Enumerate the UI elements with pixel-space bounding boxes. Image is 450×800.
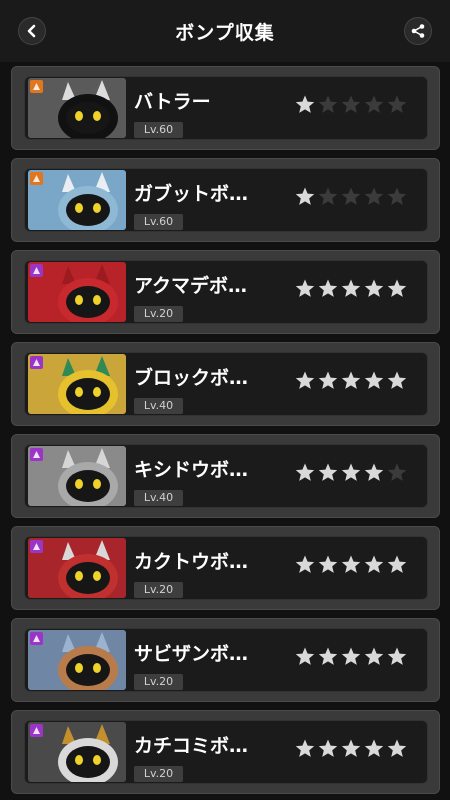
star-filled-icon (387, 647, 407, 665)
bangboo-name: キシドウボ… (134, 459, 249, 481)
level-tag: Lv.20 (134, 306, 183, 322)
star-filled-icon (295, 187, 315, 205)
star-filled-icon (387, 279, 407, 297)
star-empty-icon (364, 187, 384, 205)
star-filled-icon (364, 371, 384, 389)
bangboo-card[interactable]: バトラー Lv.60 (11, 66, 440, 150)
star-filled-icon (341, 463, 361, 481)
star-filled-icon (318, 555, 338, 573)
star-filled-icon (295, 279, 315, 297)
bangboo-card[interactable]: カクトウボ… Lv.20 (11, 526, 440, 610)
star-filled-icon (295, 647, 315, 665)
star-rating (294, 278, 408, 300)
star-filled-icon (387, 739, 407, 757)
star-filled-icon (318, 371, 338, 389)
bangboo-name: サビザンボ… (134, 643, 249, 665)
star-filled-icon (295, 371, 315, 389)
bangboo-card[interactable]: ガブットボ… Lv.60 (11, 158, 440, 242)
bangboo-name: ブロックボ… (134, 367, 249, 389)
star-filled-icon (387, 555, 407, 573)
level-tag: Lv.20 (134, 582, 183, 598)
star-rating (294, 738, 408, 760)
star-filled-icon (295, 739, 315, 757)
star-filled-icon (341, 739, 361, 757)
bangboo-name: カクトウボ… (134, 551, 249, 573)
star-filled-icon (318, 279, 338, 297)
bangboo-name: カチコミボ… (134, 735, 249, 757)
star-filled-icon (341, 555, 361, 573)
star-empty-icon (364, 95, 384, 113)
share-button[interactable] (404, 17, 432, 45)
star-filled-icon (341, 371, 361, 389)
level-tag: Lv.20 (134, 674, 183, 690)
bangboo-card[interactable]: サビザンボ… Lv.20 (11, 618, 440, 702)
star-filled-icon (295, 555, 315, 573)
star-filled-icon (318, 739, 338, 757)
star-rating (294, 462, 408, 484)
star-filled-icon (341, 647, 361, 665)
star-empty-icon (341, 187, 361, 205)
rank-badge-icon (30, 172, 43, 185)
bangboo-card[interactable]: アクマデボ… Lv.20 (11, 250, 440, 334)
star-empty-icon (341, 95, 361, 113)
level-tag: Lv.60 (134, 214, 183, 230)
star-filled-icon (318, 647, 338, 665)
star-rating (294, 94, 408, 116)
page-title: ボンプ収集 (175, 22, 275, 44)
star-empty-icon (318, 187, 338, 205)
star-filled-icon (295, 95, 315, 113)
star-filled-icon (387, 371, 407, 389)
star-rating (294, 370, 408, 392)
star-filled-icon (295, 463, 315, 481)
level-tag: Lv.40 (134, 398, 183, 414)
bangboo-name: アクマデボ… (134, 275, 248, 297)
bangboo-name: ガブットボ… (134, 183, 249, 205)
level-tag: Lv.60 (134, 122, 183, 138)
share-icon (411, 24, 425, 38)
star-rating (294, 554, 408, 576)
rank-badge-icon (30, 264, 43, 277)
star-filled-icon (318, 463, 338, 481)
star-filled-icon (364, 279, 384, 297)
level-tag: Lv.20 (134, 766, 183, 782)
rank-badge-icon (30, 632, 43, 645)
star-rating (294, 186, 408, 208)
top-bar: ボンプ収集 (0, 0, 450, 62)
star-empty-icon (387, 95, 407, 113)
rank-badge-icon (30, 540, 43, 553)
star-filled-icon (364, 739, 384, 757)
rank-badge-icon (30, 724, 43, 737)
star-filled-icon (341, 279, 361, 297)
star-empty-icon (318, 95, 338, 113)
bangboo-card[interactable]: キシドウボ… Lv.40 (11, 434, 440, 518)
star-filled-icon (364, 463, 384, 481)
bangboo-card[interactable]: ブロックボ… Lv.40 (11, 342, 440, 426)
star-rating (294, 646, 408, 668)
rank-badge-icon (30, 80, 43, 93)
rank-badge-icon (30, 356, 43, 369)
level-tag: Lv.40 (134, 490, 183, 506)
star-filled-icon (364, 647, 384, 665)
bangboo-card[interactable]: カチコミボ… Lv.20 (11, 710, 440, 794)
star-filled-icon (364, 555, 384, 573)
star-empty-icon (387, 463, 407, 481)
rank-badge-icon (30, 448, 43, 461)
bangboo-name: バトラー (134, 91, 211, 113)
star-empty-icon (387, 187, 407, 205)
